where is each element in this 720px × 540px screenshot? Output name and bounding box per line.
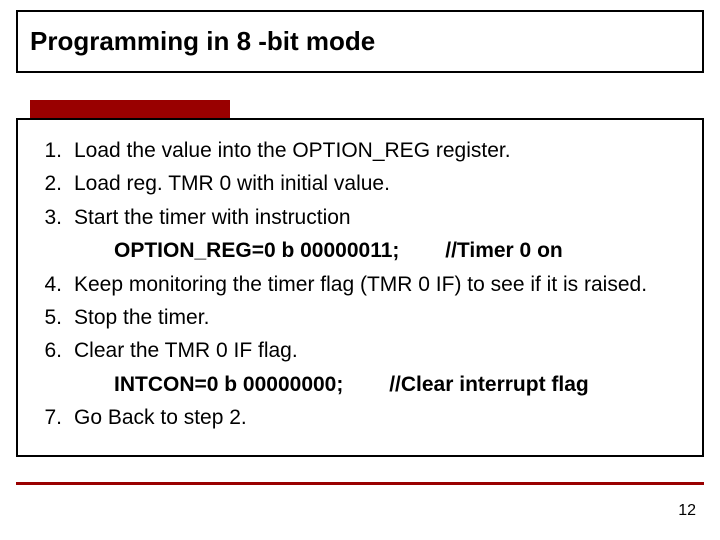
list-text: Stop the timer. bbox=[74, 303, 688, 332]
list-number: 6. bbox=[32, 336, 74, 365]
list-item: 4. Keep monitoring the timer flag (TMR 0… bbox=[32, 270, 688, 299]
code-text: INTCON=0 b 00000000; bbox=[114, 373, 343, 396]
list-number: 2. bbox=[32, 169, 74, 198]
list-text: Start the timer with instruction bbox=[74, 203, 688, 232]
code-text: OPTION_REG=0 b 00000011; bbox=[114, 239, 399, 262]
list-item: 5. Stop the timer. bbox=[32, 303, 688, 332]
page-number: 12 bbox=[678, 502, 696, 520]
list-text: Load the value into the OPTION_REG regis… bbox=[74, 136, 688, 165]
list-number: 5. bbox=[32, 303, 74, 332]
list-text: Load reg. TMR 0 with initial value. bbox=[74, 169, 688, 198]
list-item: 1. Load the value into the OPTION_REG re… bbox=[32, 136, 688, 165]
code-comment: //Timer 0 on bbox=[445, 239, 562, 262]
list-text: Go Back to step 2. bbox=[74, 403, 688, 432]
list-item-code: INTCON=0 b 00000000; //Clear interrupt f… bbox=[32, 370, 688, 399]
code-comment: //Clear interrupt flag bbox=[389, 373, 589, 396]
steps-list: 1. Load the value into the OPTION_REG re… bbox=[32, 136, 688, 433]
list-item: 3. Start the timer with instruction bbox=[32, 203, 688, 232]
title-box: Programming in 8 -bit mode bbox=[16, 10, 704, 73]
content-box: 1. Load the value into the OPTION_REG re… bbox=[16, 118, 704, 457]
list-text: Clear the TMR 0 IF flag. bbox=[74, 336, 688, 365]
list-number: 4. bbox=[32, 270, 74, 299]
bottom-accent-line bbox=[16, 482, 704, 485]
code-line: INTCON=0 b 00000000; //Clear interrupt f… bbox=[74, 370, 688, 399]
list-text: Keep monitoring the timer flag (TMR 0 IF… bbox=[74, 270, 688, 299]
slide-title: Programming in 8 -bit mode bbox=[30, 26, 690, 57]
list-item: 2. Load reg. TMR 0 with initial value. bbox=[32, 169, 688, 198]
list-number: 7. bbox=[32, 403, 74, 432]
list-number: 1. bbox=[32, 136, 74, 165]
code-line: OPTION_REG=0 b 00000011; //Timer 0 on bbox=[74, 236, 688, 265]
list-number: 3. bbox=[32, 203, 74, 232]
list-item: 7. Go Back to step 2. bbox=[32, 403, 688, 432]
list-item: 6. Clear the TMR 0 IF flag. bbox=[32, 336, 688, 365]
list-item-code: OPTION_REG=0 b 00000011; //Timer 0 on bbox=[32, 236, 688, 265]
accent-bar bbox=[30, 100, 230, 118]
